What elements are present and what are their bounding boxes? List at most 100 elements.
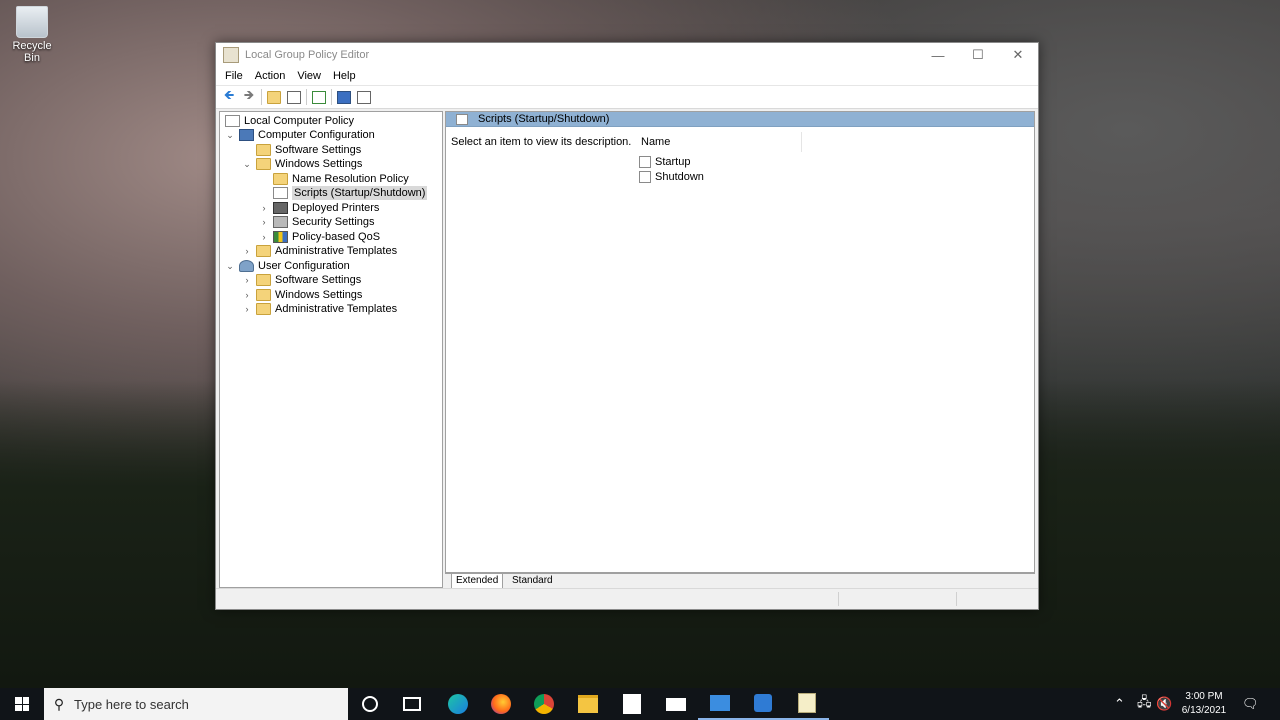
status-pane: [838, 592, 956, 606]
chevron-down-icon[interactable]: ⌄: [224, 259, 236, 273]
user-icon: [239, 260, 254, 272]
details-header-title: Scripts (Startup/Shutdown): [478, 113, 610, 125]
chevron-down-icon[interactable]: ⌄: [241, 157, 253, 171]
clock-date: 6/13/2021: [1181, 705, 1227, 716]
gpedit-app-icon: [223, 47, 239, 63]
close-button[interactable]: ✕: [998, 43, 1038, 67]
folder-icon: [256, 245, 271, 257]
recycle-bin-desktop-icon[interactable]: Recycle Bin: [4, 6, 60, 64]
script-doc-icon: [456, 113, 468, 125]
firefox-icon[interactable]: [479, 688, 523, 720]
tree-item-cc-windows-settings[interactable]: ⌄ Windows Settings: [241, 157, 362, 171]
chevron-right-icon[interactable]: ›: [241, 273, 253, 287]
chevron-right-icon[interactable]: ›: [241, 244, 253, 258]
taskbar-search-box[interactable]: ⚲ Type here to search: [44, 688, 348, 720]
list-item-shutdown[interactable]: Shutdown: [639, 170, 704, 184]
show-hide-tree-icon[interactable]: [284, 88, 304, 106]
taskbar-clock[interactable]: 3:00 PM 6/13/2021: [1172, 690, 1236, 718]
group-policy-editor-window: Local Group Policy Editor — ☐ ✕ File Act…: [215, 42, 1039, 610]
toolbar-separator: [331, 89, 332, 105]
folder-icon: [256, 158, 271, 170]
computer-icon: [239, 129, 254, 141]
tree-label: Software Settings: [275, 274, 362, 286]
tree-item-user-configuration[interactable]: ⌄ User Configuration: [224, 259, 350, 273]
mail-icon[interactable]: [654, 688, 698, 720]
network-icon[interactable]: 🖧: [1137, 688, 1152, 720]
tab-extended[interactable]: Extended: [451, 574, 504, 589]
tree-item-scripts[interactable]: Scripts (Startup/Shutdown): [258, 186, 428, 200]
edge-icon[interactable]: [436, 688, 480, 720]
view-tabs: Extended Standard: [445, 573, 1035, 589]
search-icon: ⚲: [53, 695, 65, 712]
tree-label: Administrative Templates: [275, 245, 398, 257]
properties-pane-icon[interactable]: [354, 88, 374, 106]
folder-icon: [256, 274, 271, 286]
forward-arrow-icon[interactable]: 🡺: [239, 87, 259, 106]
tree-item-local-computer-policy[interactable]: Local Computer Policy: [222, 114, 354, 128]
tree-item-policy-based-qos[interactable]: › Policy-based QoS: [258, 230, 380, 244]
back-arrow-icon[interactable]: 🡸: [219, 87, 239, 106]
show-hidden-icons-chevron-icon[interactable]: ⌃: [1114, 688, 1125, 720]
chevron-right-icon[interactable]: ›: [258, 230, 270, 244]
title-bar[interactable]: Local Group Policy Editor — ☐ ✕: [216, 43, 1038, 67]
maximize-button[interactable]: ☐: [958, 43, 998, 67]
menu-file[interactable]: File: [219, 70, 249, 82]
tree-label: Name Resolution Policy: [292, 173, 409, 185]
taskbar: ⚲ Type here to search ⌃ 🖧 🔇 3:00 PM 6/13…: [0, 688, 1280, 720]
microsoft-store-icon[interactable]: [610, 688, 654, 720]
minimize-button[interactable]: —: [918, 43, 958, 67]
menu-bar: File Action View Help: [216, 67, 1038, 85]
column-header-name[interactable]: Name: [636, 132, 802, 152]
tree-item-security-settings[interactable]: › Security Settings: [258, 215, 375, 229]
tree-label: Computer Configuration: [258, 129, 375, 141]
status-bar: [216, 588, 1038, 609]
gpedit-taskbar-icon[interactable]: [785, 688, 829, 720]
tab-standard[interactable]: Standard: [508, 574, 557, 588]
chevron-right-icon[interactable]: ›: [258, 215, 270, 229]
chrome-icon[interactable]: [522, 688, 566, 720]
tree-item-cc-administrative-templates[interactable]: › Administrative Templates: [241, 244, 397, 258]
recycle-bin-label: Recycle Bin: [12, 40, 52, 64]
tree-label: Administrative Templates: [275, 303, 398, 315]
chevron-right-icon[interactable]: ›: [241, 288, 253, 302]
tree-label: Local Computer Policy: [244, 115, 355, 127]
tree-item-uc-administrative-templates[interactable]: › Administrative Templates: [241, 302, 397, 316]
tree-label: Windows Settings: [275, 158, 363, 170]
tree-label: Windows Settings: [275, 289, 363, 301]
control-panel-icon[interactable]: [698, 688, 742, 720]
list-item-startup[interactable]: Startup: [639, 155, 690, 169]
export-list-icon[interactable]: [309, 88, 329, 106]
help-icon[interactable]: [334, 88, 354, 106]
script-doc-icon: [273, 187, 288, 199]
system-settings-app-icon[interactable]: [741, 688, 785, 720]
tree-item-deployed-printers[interactable]: › Deployed Printers: [258, 201, 379, 215]
menu-action[interactable]: Action: [249, 70, 292, 82]
console-content: Local Computer Policy ⌄ Computer Configu…: [216, 109, 1038, 589]
cortana-icon[interactable]: [348, 688, 392, 720]
toolbar: 🡸 🡺: [216, 85, 1038, 109]
action-center-icon[interactable]: 🗨: [1242, 688, 1259, 720]
status-pane: [956, 592, 1037, 606]
windows-logo-icon: [15, 697, 29, 711]
menu-view[interactable]: View: [291, 70, 327, 82]
chevron-right-icon[interactable]: ›: [258, 201, 270, 215]
tree-item-uc-software-settings[interactable]: › Software Settings: [241, 273, 361, 287]
start-button[interactable]: [0, 688, 44, 720]
list-item-label: Startup: [655, 156, 691, 168]
security-icon: [273, 216, 288, 228]
menu-help[interactable]: Help: [327, 70, 362, 82]
tree-item-computer-configuration[interactable]: ⌄ Computer Configuration: [224, 128, 375, 142]
file-explorer-icon[interactable]: [566, 688, 610, 720]
task-view-icon[interactable]: [390, 688, 434, 720]
chevron-right-icon[interactable]: ›: [241, 302, 253, 316]
folder-icon: [256, 303, 271, 315]
tree-item-name-resolution-policy[interactable]: Name Resolution Policy: [258, 172, 409, 186]
qos-chart-icon: [273, 231, 288, 243]
tree-item-cc-software-settings[interactable]: Software Settings: [241, 143, 361, 157]
up-folder-icon[interactable]: [264, 88, 284, 106]
tree-item-uc-windows-settings[interactable]: › Windows Settings: [241, 288, 362, 302]
clock-time: 3:00 PM: [1185, 691, 1223, 702]
details-pane: Scripts (Startup/Shutdown) Select an ite…: [445, 111, 1035, 573]
volume-muted-icon[interactable]: 🔇: [1156, 688, 1172, 720]
chevron-down-icon[interactable]: ⌄: [224, 128, 236, 142]
